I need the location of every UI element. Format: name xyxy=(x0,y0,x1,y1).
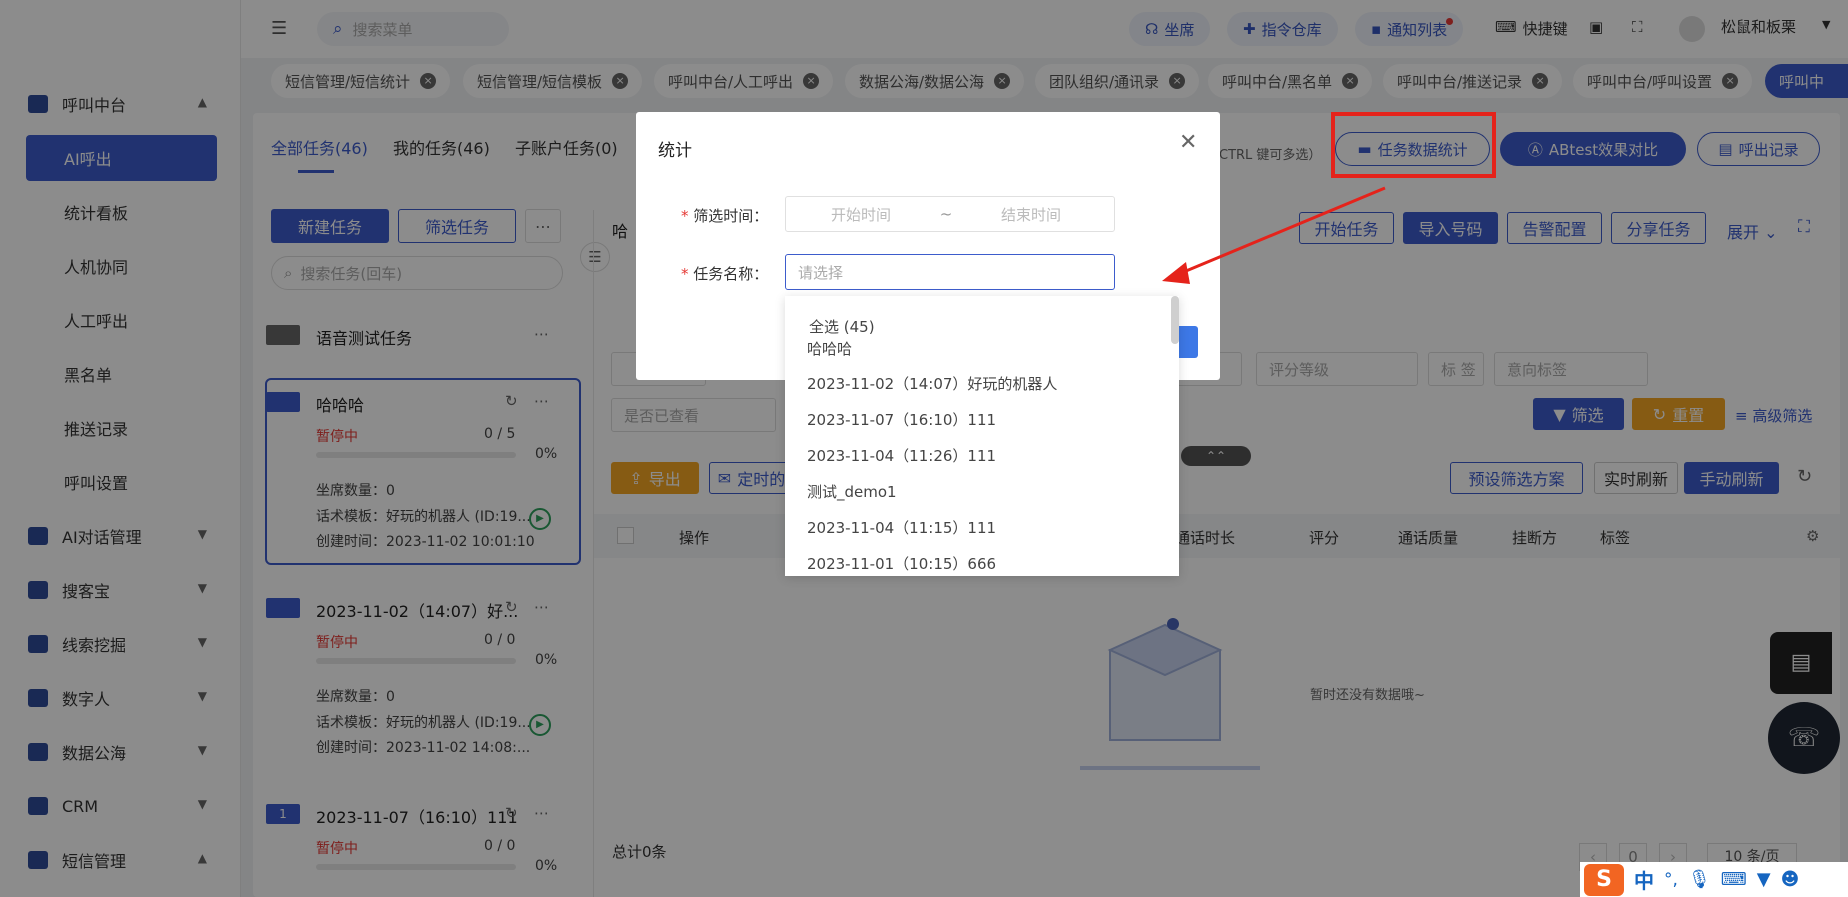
task-name-label: * 任务名称： xyxy=(681,265,769,283)
dropdown-option[interactable]: 2023-11-04（11:15）111 xyxy=(807,517,996,538)
label-text: 任务名称： xyxy=(693,265,769,283)
keyboard-icon[interactable]: ⌨ xyxy=(1721,869,1747,890)
modal-title: 统计 xyxy=(658,141,692,161)
shirt-icon[interactable]: ▼ xyxy=(1757,869,1771,890)
sogou-logo-icon[interactable]: S xyxy=(1584,863,1624,896)
task-name-select[interactable]: 请选择 xyxy=(785,254,1115,290)
dropdown-option[interactable]: 2023-11-02（14:07）好玩的机器人 xyxy=(807,373,1057,394)
red-arrow xyxy=(1162,186,1386,284)
start-time-input[interactable]: 开始时间 xyxy=(786,204,936,225)
time-label: * 筛选时间： xyxy=(681,207,769,225)
dropdown-option[interactable]: 测试_demo1 xyxy=(807,481,897,502)
close-icon[interactable]: ✕ xyxy=(1179,130,1197,155)
task-options-dropdown: 全选 (45) 哈哈哈 2023-11-02（14:07）好玩的机器人 2023… xyxy=(785,296,1179,576)
dropdown-option[interactable]: 哈哈哈 xyxy=(807,338,852,359)
range-separator: ~ xyxy=(939,205,953,223)
confirm-button[interactable] xyxy=(1176,326,1198,358)
dropdown-scrollbar[interactable] xyxy=(1171,296,1179,344)
select-all-option[interactable]: 全选 (45) xyxy=(809,316,875,337)
ime-toolbar: S 中 °, 🎙 ⌨ ▼ ☻ xyxy=(1580,862,1848,897)
highlight-box xyxy=(1331,112,1496,178)
dropdown-option[interactable]: 2023-11-04（11:26）111 xyxy=(807,445,996,466)
ime-punct[interactable]: °, xyxy=(1664,870,1678,890)
dropdown-option[interactable]: 2023-11-07（16:10）111 xyxy=(807,409,996,430)
robot-icon[interactable]: ☻ xyxy=(1781,869,1800,890)
end-time-input[interactable]: 结束时间 xyxy=(956,204,1106,225)
date-range-picker[interactable]: 开始时间 ~ 结束时间 xyxy=(785,196,1115,232)
dropdown-option[interactable]: 2023-11-01（10:15）666 xyxy=(807,553,996,574)
microphone-icon[interactable]: 🎙 xyxy=(1688,869,1711,890)
label-text: 筛选时间： xyxy=(693,207,769,225)
select-placeholder: 请选择 xyxy=(798,263,844,282)
ime-language[interactable]: 中 xyxy=(1634,865,1654,894)
